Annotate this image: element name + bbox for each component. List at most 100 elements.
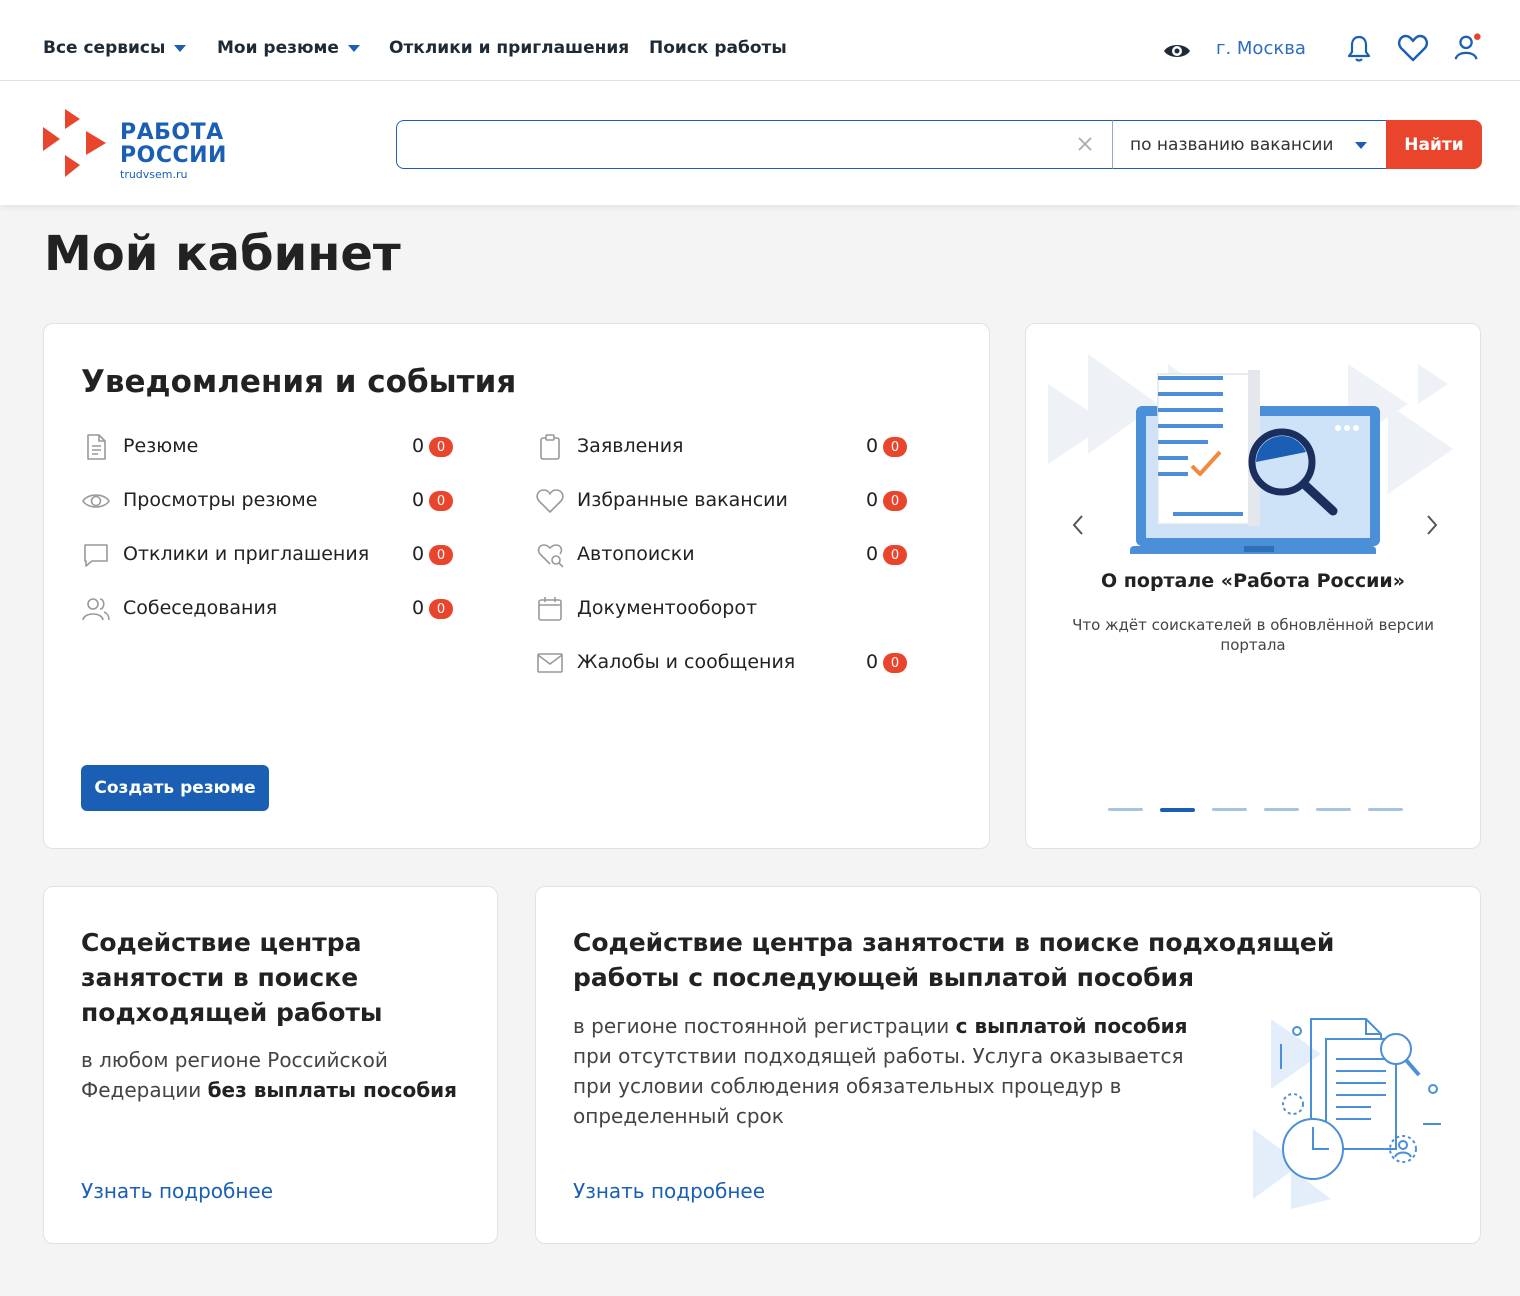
nav-responses[interactable]: Отклики и приглашения bbox=[389, 38, 629, 58]
close-icon[interactable] bbox=[1076, 135, 1094, 153]
search-button[interactable]: Найти bbox=[1386, 120, 1482, 169]
slider-dot[interactable] bbox=[1316, 808, 1351, 811]
logo-text-line2: РОССИИ bbox=[120, 143, 227, 168]
service-card-with-benefit: Содействие центра занятости в поиске под… bbox=[535, 886, 1481, 1244]
notif-label: Автопоиски bbox=[577, 543, 695, 565]
eye-icon bbox=[82, 494, 110, 508]
eye-icon[interactable] bbox=[1162, 36, 1192, 66]
logo-mark-icon bbox=[43, 109, 106, 177]
notif-item-responses[interactable]: Отклики и приглашения 0 0 bbox=[81, 540, 461, 570]
notif-badge: 0 bbox=[883, 437, 907, 457]
users-icon bbox=[82, 598, 110, 621]
notif-count: 0 bbox=[412, 489, 425, 511]
service-desc-bold: без выплаты пособия bbox=[207, 1078, 458, 1102]
logo-text-line1: РАБОТА bbox=[120, 120, 224, 145]
service-desc-text: в регионе постоянной регистрации bbox=[573, 1014, 956, 1038]
laptop-illustration bbox=[1048, 354, 1453, 554]
nav-all-services[interactable]: Все сервисы bbox=[43, 38, 187, 58]
notif-count: 0 bbox=[866, 489, 879, 511]
notif-label: Просмотры резюме bbox=[123, 489, 318, 511]
notif-count: 0 bbox=[866, 543, 879, 565]
create-resume-button[interactable]: Создать резюме bbox=[81, 765, 269, 811]
nav-job-search[interactable]: Поиск работы bbox=[649, 38, 787, 58]
notif-badge: 0 bbox=[883, 653, 907, 673]
notif-item-complaints[interactable]: Жалобы и сообщения 0 0 bbox=[535, 648, 915, 678]
notif-badge: 0 bbox=[429, 599, 453, 619]
slider-dot[interactable] bbox=[1212, 808, 1247, 811]
chevron-right-icon[interactable] bbox=[1420, 510, 1444, 540]
learn-more-link[interactable]: Узнать подробнее bbox=[573, 1179, 765, 1203]
mail-icon bbox=[537, 653, 563, 673]
notif-badge: 0 bbox=[883, 545, 907, 565]
slider-dot-active[interactable] bbox=[1160, 808, 1195, 812]
notif-count: 0 bbox=[412, 435, 425, 457]
autosearch-icon bbox=[537, 544, 564, 568]
notif-label: Жалобы и сообщения bbox=[577, 651, 796, 673]
top-navigation: Все сервисы Мои резюме Отклики и приглаш… bbox=[0, 0, 1520, 81]
notif-count: 0 bbox=[412, 543, 425, 565]
chevron-down-icon bbox=[1355, 142, 1367, 149]
service-description: в любом регионе Российской Федерации без… bbox=[81, 1045, 461, 1105]
page-title: Мой кабинет bbox=[44, 226, 401, 282]
notif-badge: 0 bbox=[429, 491, 453, 511]
clipboard-icon bbox=[540, 434, 560, 460]
notifications-card: Уведомления и события Резюме 0 0 Просмот… bbox=[43, 323, 990, 849]
heart-icon bbox=[536, 489, 564, 513]
notif-badge: 0 bbox=[883, 491, 907, 511]
chat-icon bbox=[84, 544, 108, 567]
notif-badge: 0 bbox=[429, 437, 453, 457]
heart-icon[interactable] bbox=[1397, 33, 1429, 63]
notif-count: 0 bbox=[866, 651, 879, 673]
city-selector[interactable]: г. Москва bbox=[1216, 38, 1306, 59]
notif-item-autosearch[interactable]: Автопоиски 0 0 bbox=[535, 540, 915, 570]
learn-more-link[interactable]: Узнать подробнее bbox=[81, 1179, 273, 1203]
service-card-no-benefit: Содействие центра занятости в поиске под… bbox=[43, 886, 498, 1244]
chevron-down-icon bbox=[174, 44, 187, 52]
logo-subtitle: trudvsem.ru bbox=[120, 168, 188, 181]
notif-item-resume-views[interactable]: Просмотры резюме 0 0 bbox=[81, 486, 461, 516]
calendar-icon bbox=[538, 597, 562, 621]
user-icon[interactable] bbox=[1452, 32, 1482, 62]
notif-item-documents[interactable]: Документооборот bbox=[535, 594, 915, 624]
notif-label: Отклики и приглашения bbox=[123, 543, 370, 565]
notif-label: Избранные вакансии bbox=[577, 489, 788, 511]
slider-dot[interactable] bbox=[1108, 808, 1143, 811]
search-field bbox=[396, 120, 1114, 169]
service-description: в регионе постоянной регистрации с выпла… bbox=[573, 1011, 1223, 1131]
notif-label: Документооборот bbox=[577, 597, 758, 619]
service-title: Содействие центра занятости в поиске под… bbox=[573, 928, 1335, 992]
portal-slider-card: О портале «Работа России» Что ждёт соиск… bbox=[1025, 323, 1481, 849]
slide-description: Что ждёт соискателей в обновлённой верси… bbox=[1072, 616, 1434, 654]
search-input[interactable] bbox=[411, 121, 1051, 167]
notif-item-favorites[interactable]: Избранные вакансии 0 0 bbox=[535, 486, 915, 516]
search-type-value: по названию вакансии bbox=[1130, 134, 1334, 155]
slide-title[interactable]: О портале «Работа России» bbox=[1026, 570, 1480, 592]
chevron-down-icon bbox=[347, 44, 360, 52]
notif-badge: 0 bbox=[429, 545, 453, 565]
notif-count: 0 bbox=[866, 435, 879, 457]
notif-count: 0 bbox=[412, 597, 425, 619]
logo[interactable]: РАБОТА РОССИИ trudvsem.ru bbox=[40, 107, 230, 181]
slider-dot[interactable] bbox=[1264, 808, 1299, 811]
notifications-title: Уведомления и события bbox=[81, 364, 517, 400]
slider-dot[interactable] bbox=[1368, 808, 1403, 811]
nav-my-resumes-label: Мои резюме bbox=[217, 38, 339, 58]
notif-item-interviews[interactable]: Собеседования 0 0 bbox=[81, 594, 461, 624]
service-title: Содействие центра занятости в поиске под… bbox=[81, 928, 383, 1027]
bell-icon[interactable] bbox=[1344, 33, 1374, 63]
document-icon bbox=[87, 434, 106, 460]
documents-clock-illustration bbox=[1253, 1018, 1441, 1209]
chevron-left-icon[interactable] bbox=[1066, 510, 1090, 540]
slider-pagination bbox=[1108, 808, 1403, 812]
notif-label: Заявления bbox=[577, 435, 684, 457]
nav-my-resumes[interactable]: Мои резюме bbox=[217, 38, 360, 58]
notif-item-resume[interactable]: Резюме 0 0 bbox=[81, 432, 461, 462]
notif-label: Резюме bbox=[123, 435, 199, 457]
nav-all-services-label: Все сервисы bbox=[43, 38, 166, 58]
service-desc-bold: с выплатой пособия bbox=[955, 1014, 1188, 1038]
notif-item-applications[interactable]: Заявления 0 0 bbox=[535, 432, 915, 462]
service-desc-text: при отсутствии подходящей работы. Услуга… bbox=[573, 1044, 1184, 1128]
search-type-select[interactable]: по названию вакансии bbox=[1112, 120, 1388, 169]
site-header: РАБОТА РОССИИ trudvsem.ru по названию ва… bbox=[0, 81, 1520, 205]
notif-label: Собеседования bbox=[123, 597, 278, 619]
